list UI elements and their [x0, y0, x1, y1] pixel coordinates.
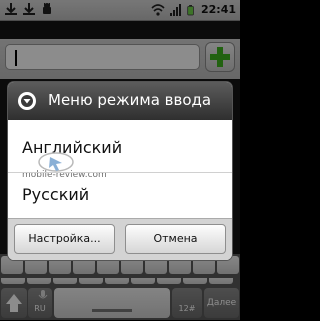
- option-label: Русский: [22, 185, 90, 204]
- settings-button[interactable]: Настройка...: [14, 224, 115, 254]
- option-russian[interactable]: Русский: [8, 172, 232, 217]
- dialog-button-bar: Настройка... Отмена: [8, 218, 232, 260]
- dialog-title: Меню режима ввода: [48, 91, 212, 109]
- dialog-title-bar: Меню режима ввода: [8, 82, 232, 120]
- cancel-button[interactable]: Отмена: [125, 224, 226, 254]
- menu-down-circle-icon: [18, 92, 36, 110]
- input-method-dialog: Меню режима ввода Английский mobile-revi…: [8, 82, 232, 260]
